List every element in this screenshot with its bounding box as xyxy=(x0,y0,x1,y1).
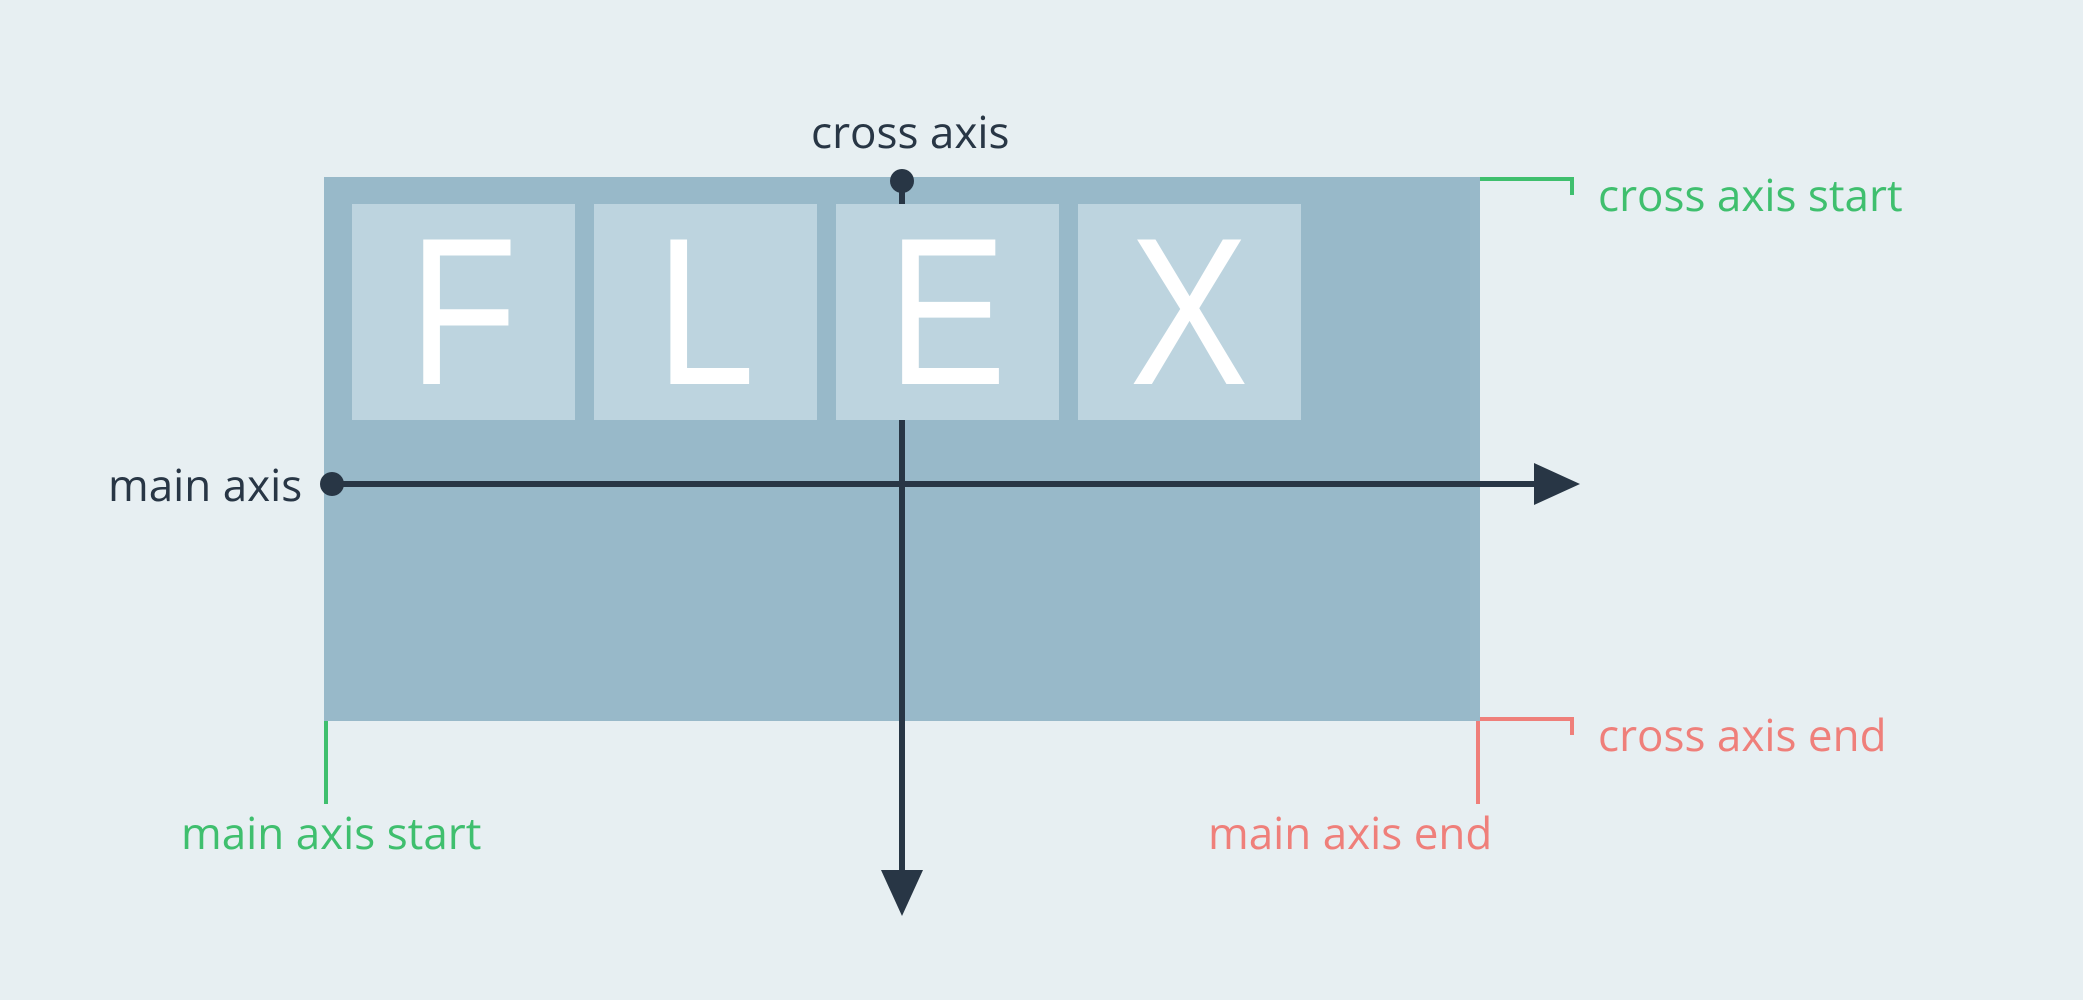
flex-item: X xyxy=(1078,204,1301,420)
flex-item: F xyxy=(352,204,575,420)
flex-item: L xyxy=(594,204,817,420)
flex-item-letter: X xyxy=(1130,207,1249,417)
cross-axis-start-callout xyxy=(1480,179,1572,195)
flex-item-letter: L xyxy=(656,207,755,417)
main-axis-end-label: main axis end xyxy=(1208,810,1492,854)
main-axis-label: main axis xyxy=(108,462,302,506)
flex-item: E xyxy=(836,204,1059,420)
cross-axis-end-callout xyxy=(1480,719,1572,735)
main-axis-start-label: main axis start xyxy=(181,810,481,854)
flex-item-letter: F xyxy=(409,207,518,417)
flex-item-letter: E xyxy=(888,207,1007,417)
cross-axis-start-label: cross axis start xyxy=(1598,172,1903,216)
flexbox-axes-diagram: F L E X cross axis main axis cross axis … xyxy=(0,0,2083,1000)
cross-axis-label: cross axis xyxy=(811,109,1009,153)
cross-axis-end-label: cross axis end xyxy=(1598,712,1887,756)
